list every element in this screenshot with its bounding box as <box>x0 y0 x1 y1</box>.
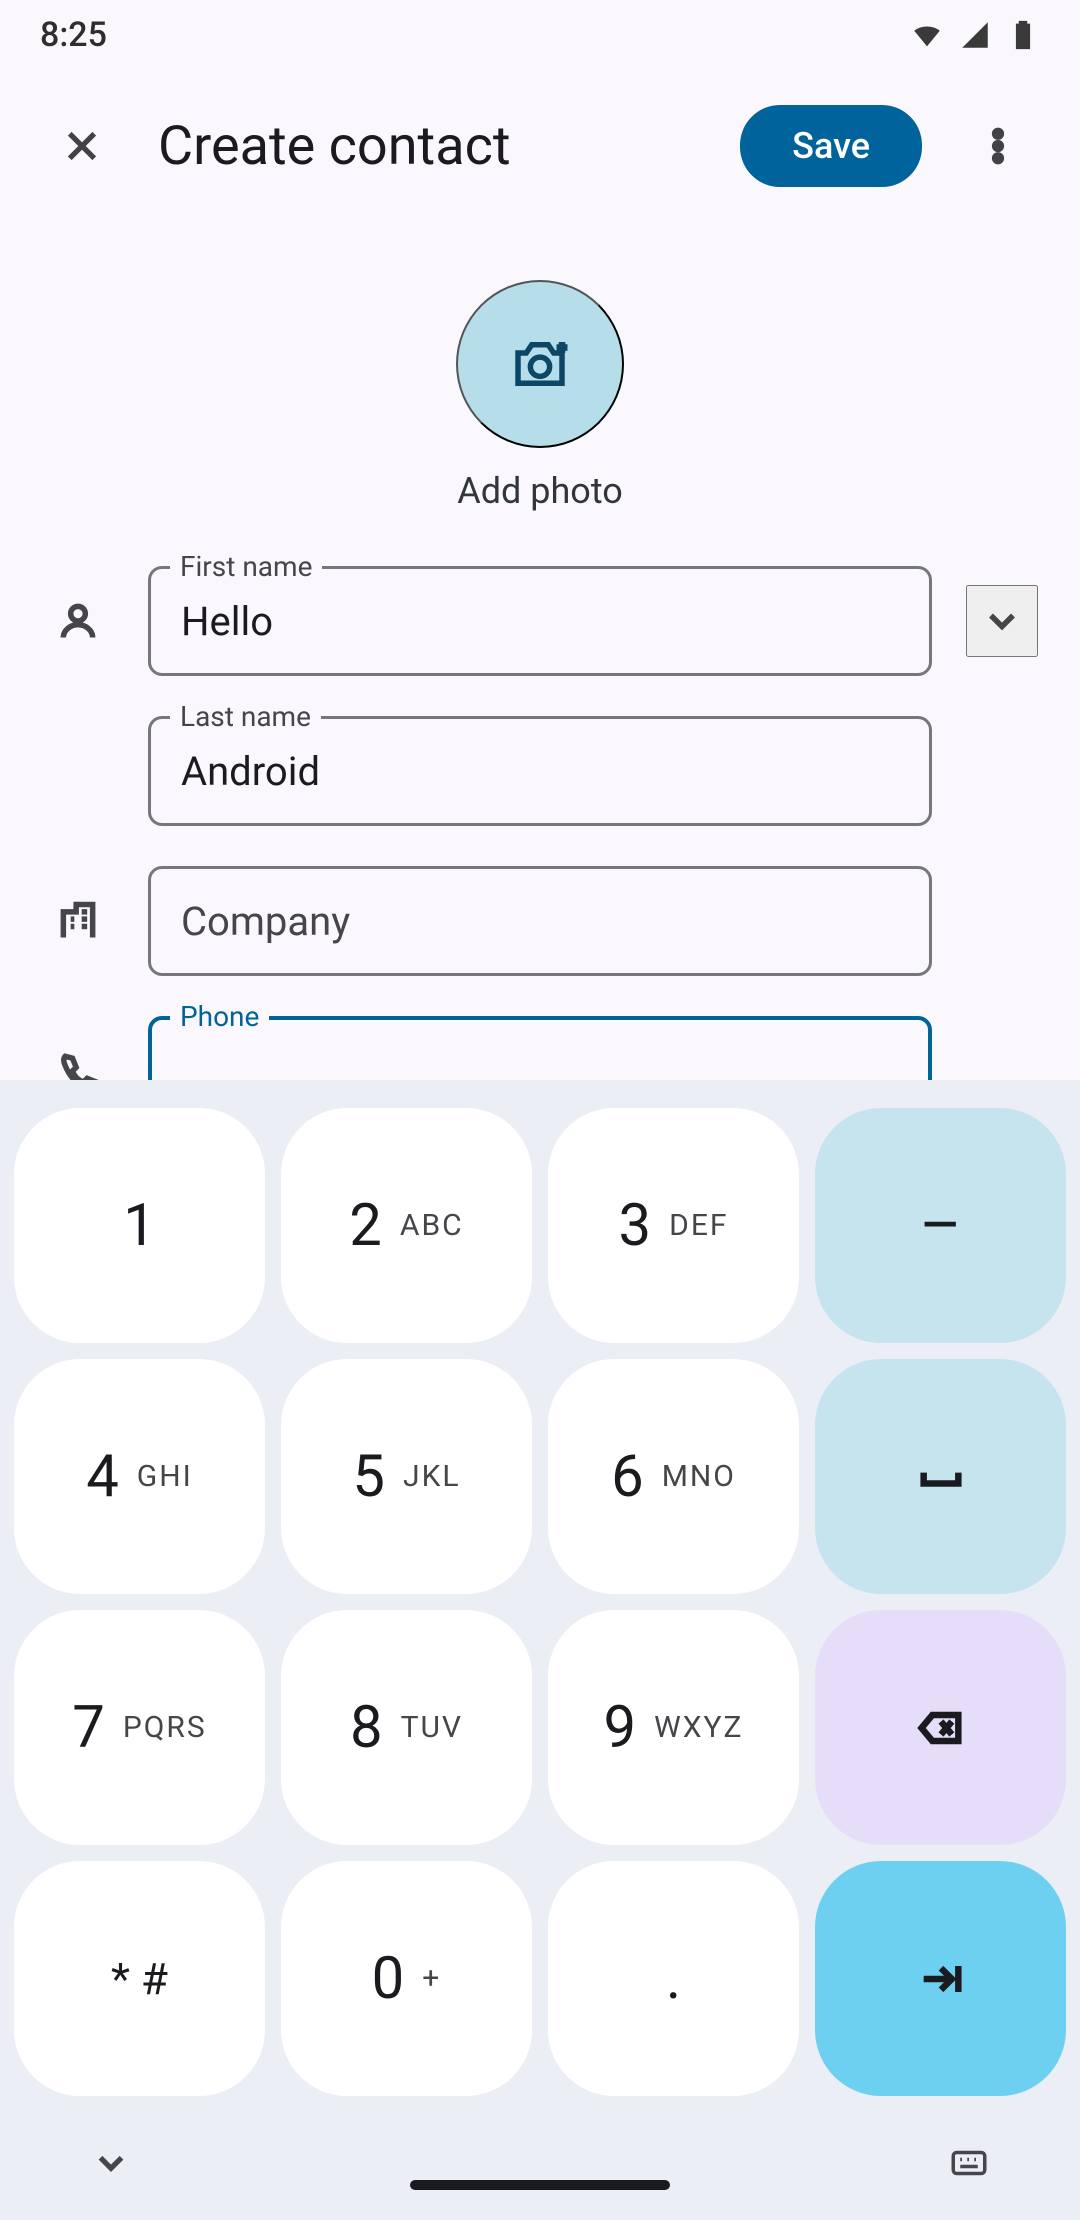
key-3[interactable]: 3DEF <box>548 1108 799 1343</box>
company-field <box>148 866 932 976</box>
key-symbols[interactable]: * # <box>14 1861 265 2096</box>
add-photo-label: Add photo <box>457 470 623 512</box>
key-7[interactable]: 7PQRS <box>14 1610 265 1845</box>
camera-add-icon <box>507 331 573 397</box>
key-period[interactable]: . <box>548 1861 799 2096</box>
keyboard-icon <box>948 2142 990 2184</box>
key-5[interactable]: 5JKL <box>281 1359 532 1594</box>
last-name-label: Last name <box>170 700 321 733</box>
keyboard-collapse-button[interactable] <box>90 2142 132 2188</box>
keypad-bottom-bar <box>0 2110 1080 2220</box>
last-name-field: Last name <box>148 716 932 826</box>
more-options-button[interactable] <box>950 98 1046 194</box>
app-header: Create contact Save <box>0 70 1080 222</box>
phone-label: Phone <box>170 1000 269 1033</box>
signal-icon <box>958 18 992 52</box>
company-input[interactable] <box>148 866 932 976</box>
more-vert-icon <box>977 125 1019 167</box>
spacer <box>966 735 1038 807</box>
spacer <box>966 885 1038 957</box>
status-icons <box>910 18 1040 52</box>
expand-name-fields-button[interactable] <box>966 585 1038 657</box>
key-8[interactable]: 8TUV <box>281 1610 532 1845</box>
add-photo-section: Add photo <box>0 280 1080 512</box>
key-dash[interactable]: – <box>815 1108 1066 1343</box>
key-6[interactable]: 6MNO <box>548 1359 799 1594</box>
keypad-keys: 1 2ABC 3DEF – 4GHI 5JKL 6MNO 7PQRS 8TUV … <box>0 1080 1080 2110</box>
company-icon <box>42 885 114 957</box>
person-icon <box>42 585 114 657</box>
nav-handle[interactable] <box>410 2180 670 2190</box>
last-name-row: Last name <box>42 716 1038 826</box>
close-button[interactable] <box>34 98 130 194</box>
key-next[interactable] <box>815 1861 1066 2096</box>
first-name-field: First name <box>148 566 932 676</box>
backspace-icon <box>915 1702 967 1754</box>
status-bar: 8:25 <box>0 0 1080 70</box>
space-icon <box>915 1451 967 1503</box>
key-backspace[interactable] <box>815 1610 1066 1845</box>
status-clock: 8:25 <box>40 15 107 55</box>
wifi-icon <box>910 18 944 52</box>
save-button[interactable]: Save <box>740 105 922 187</box>
key-0[interactable]: 0+ <box>281 1861 532 2096</box>
numeric-keypad: 1 2ABC 3DEF – 4GHI 5JKL 6MNO 7PQRS 8TUV … <box>0 1080 1080 2220</box>
first-name-row: First name <box>42 566 1038 676</box>
keyboard-switch-button[interactable] <box>948 2142 990 2188</box>
key-space[interactable] <box>815 1359 1066 1594</box>
company-row <box>42 866 1038 976</box>
key-9[interactable]: 9WXYZ <box>548 1610 799 1845</box>
close-icon <box>61 125 103 167</box>
first-name-label: First name <box>170 550 322 583</box>
next-field-icon <box>915 1953 967 2005</box>
chevron-down-icon <box>980 599 1024 643</box>
battery-icon <box>1006 18 1040 52</box>
page-title: Create contact <box>158 115 712 178</box>
chevron-down-icon <box>90 2142 132 2184</box>
key-4[interactable]: 4GHI <box>14 1359 265 1594</box>
key-2[interactable]: 2ABC <box>281 1108 532 1343</box>
key-1[interactable]: 1 <box>14 1108 265 1343</box>
spacer <box>42 735 114 807</box>
add-photo-button[interactable] <box>456 280 624 448</box>
